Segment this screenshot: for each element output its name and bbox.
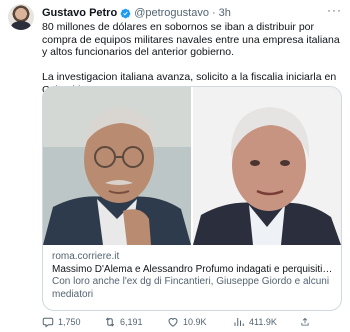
tweet-actions: 1,750 6,191 10.9K 411.9K bbox=[42, 315, 342, 329]
views-icon bbox=[234, 318, 244, 326]
like-count: 10.9K bbox=[183, 317, 207, 327]
retweet-icon bbox=[105, 317, 115, 327]
tweet-timestamp[interactable]: 3h bbox=[219, 7, 231, 19]
views-count: 411.9K bbox=[249, 317, 277, 327]
like-icon bbox=[168, 318, 178, 327]
reply-button[interactable]: 1,750 bbox=[42, 316, 104, 328]
more-horizontal-icon[interactable]: ··· bbox=[327, 3, 342, 17]
author-name[interactable]: Gustavo Petro bbox=[42, 7, 117, 19]
link-card-image[interactable] bbox=[43, 87, 341, 245]
header-separator: · bbox=[211, 7, 216, 19]
like-button[interactable]: 10.9K bbox=[167, 316, 233, 328]
avatar[interactable] bbox=[8, 4, 34, 30]
share-icon bbox=[301, 317, 309, 326]
views-button[interactable]: 411.9K bbox=[233, 316, 300, 328]
share-button[interactable] bbox=[300, 316, 314, 328]
retweet-count: 6,191 bbox=[120, 317, 143, 327]
reply-icon bbox=[42, 317, 54, 328]
left-portrait-photo bbox=[43, 87, 191, 245]
verified-badge-icon bbox=[120, 8, 131, 18]
link-card-description: Con loro anche l'ex dg di Fincantieri, G… bbox=[52, 276, 330, 300]
right-portrait-photo bbox=[193, 87, 341, 245]
tweet-paragraph-1: 80 millones de dólares en sobornos se ib… bbox=[42, 21, 340, 58]
author-handle[interactable]: @petrogustavo bbox=[134, 7, 209, 19]
tweet[interactable]: Gustavo Petro @petrogustavo · 3h ··· 80 … bbox=[0, 0, 350, 332]
retweet-button[interactable]: 6,191 bbox=[104, 316, 167, 328]
tweet-header: Gustavo Petro @petrogustavo · 3h ··· bbox=[42, 3, 342, 21]
link-card[interactable]: roma.corriere.it Massimo D'Alema e Aless… bbox=[42, 86, 342, 311]
reply-count: 1,750 bbox=[58, 317, 81, 327]
avatar-suit bbox=[11, 21, 31, 30]
link-card-info: roma.corriere.it Massimo D'Alema e Aless… bbox=[52, 251, 333, 301]
link-card-domain: roma.corriere.it bbox=[52, 251, 120, 262]
link-card-title[interactable]: Massimo D'Alema e Alessandro Profumo ind… bbox=[52, 263, 333, 276]
